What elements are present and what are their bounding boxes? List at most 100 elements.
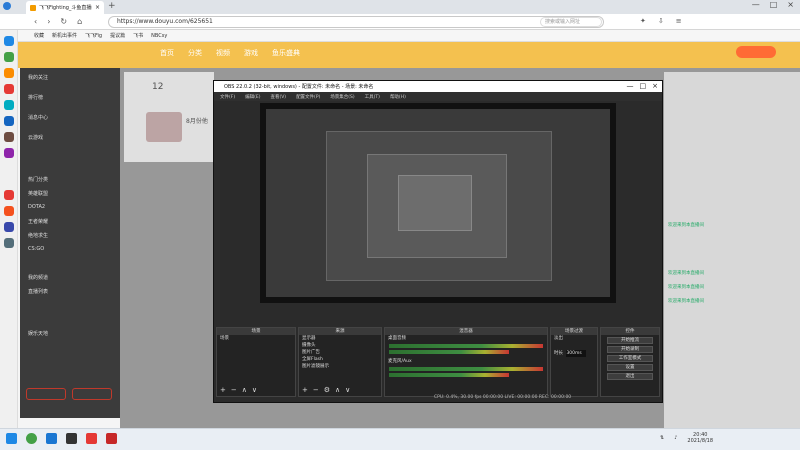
nav-item[interactable]: 游戏	[244, 48, 258, 58]
obs-menu-item[interactable]: 配置文件(P)	[296, 94, 320, 100]
rail-app-icon[interactable]	[4, 84, 14, 94]
sidebar-item[interactable]: 直播列表	[28, 288, 48, 295]
rail-app-icon[interactable]	[4, 190, 14, 200]
bookmark-item[interactable]: 新机出事件	[52, 32, 77, 39]
taskbar-app-icon[interactable]	[26, 433, 37, 444]
sidebar-button[interactable]	[72, 388, 112, 400]
nav-item[interactable]: 首页	[160, 48, 174, 58]
remove-icon[interactable]: −	[313, 386, 319, 394]
clock-date[interactable]: 2021/8/18	[687, 438, 713, 444]
sidebar-item[interactable]: 我的关注	[28, 74, 48, 81]
gear-icon[interactable]: ⚙	[324, 386, 330, 394]
bookmark-item[interactable]: 飞飞Fig	[85, 32, 102, 39]
home-icon[interactable]: ⌂	[77, 17, 82, 26]
obs-preview[interactable]	[260, 103, 616, 303]
window-close-icon[interactable]: ×	[787, 0, 794, 9]
obs-close-icon[interactable]: ×	[652, 82, 658, 90]
down-icon[interactable]: ∨	[252, 386, 257, 394]
forward-icon[interactable]: ›	[47, 17, 50, 26]
rail-app-icon[interactable]	[4, 222, 14, 232]
url-input[interactable]: https://www.douyu.com/625651	[108, 16, 604, 28]
obs-menu-item[interactable]: 工具(T)	[365, 94, 380, 100]
rail-app-icon[interactable]	[4, 132, 14, 142]
settings-button[interactable]: 设置	[607, 364, 653, 371]
sidebar-item[interactable]: 绝地求生	[28, 232, 48, 239]
reload-icon[interactable]: ↻	[60, 17, 67, 26]
volume-slider[interactable]	[389, 350, 509, 354]
rail-app-icon[interactable]	[4, 68, 14, 78]
down-icon[interactable]: ∨	[345, 386, 350, 394]
bookmark-item[interactable]: 提议篇	[110, 32, 125, 39]
nav-item[interactable]: 视频	[216, 48, 230, 58]
sidebar-item[interactable]: 热门分类	[28, 176, 48, 183]
maximize-icon[interactable]: □	[770, 0, 778, 9]
up-icon[interactable]: ∧	[335, 386, 340, 394]
obs-menu-item[interactable]: 查看(V)	[270, 94, 286, 100]
room-thumbnail[interactable]	[146, 112, 182, 142]
minimize-icon[interactable]: —	[752, 0, 760, 9]
up-icon[interactable]: ∧	[242, 386, 247, 394]
rail-app-icon[interactable]	[4, 238, 14, 248]
sidebar-item[interactable]: 娱乐天地	[28, 330, 48, 337]
remove-icon[interactable]: −	[231, 386, 237, 394]
source-item[interactable]: 全屏Flash	[299, 356, 381, 363]
scene-item[interactable]: 场景	[217, 335, 295, 342]
nav-item[interactable]: 鱼乐盛典	[272, 48, 300, 58]
bookmark-item[interactable]: 收藏	[34, 32, 44, 39]
obs-menu-item[interactable]: 帮助(H)	[390, 94, 406, 100]
rail-app-icon[interactable]	[4, 206, 14, 216]
network-icon[interactable]: ⇅	[660, 435, 664, 441]
rail-app-icon[interactable]	[4, 148, 14, 158]
source-item[interactable]: 图片滤镜展示	[299, 363, 381, 370]
bookmark-item[interactable]: 飞书	[133, 32, 143, 39]
sidebar-item[interactable]: CS:GO	[28, 246, 44, 252]
taskbar-app-icon[interactable]	[106, 433, 117, 444]
rail-app-icon[interactable]	[4, 52, 14, 62]
sidebar-item[interactable]: 英雄联盟	[28, 190, 48, 197]
obs-maximize-icon[interactable]: □	[640, 82, 647, 90]
rail-app-icon[interactable]	[4, 116, 14, 126]
sidebar-button[interactable]	[26, 388, 66, 400]
pc-client-button[interactable]	[736, 46, 776, 58]
add-icon[interactable]: +	[220, 386, 226, 394]
new-tab-icon[interactable]: +	[108, 1, 116, 11]
rail-app-icon[interactable]	[4, 100, 14, 110]
taskbar-app-icon[interactable]	[46, 433, 57, 444]
start-icon[interactable]	[6, 433, 17, 444]
sidebar-item[interactable]: 消息中心	[28, 114, 48, 121]
nav-item[interactable]: 分类	[188, 48, 202, 58]
rail-app-icon[interactable]	[4, 36, 14, 46]
obs-menu-item[interactable]: 场景集合(S)	[330, 94, 354, 100]
tab-close-icon[interactable]: ×	[95, 4, 100, 11]
start-streaming-button[interactable]: 开始推流	[607, 337, 653, 344]
sidebar-item[interactable]: DOTA2	[28, 204, 45, 210]
obs-menu-item[interactable]: 编辑(E)	[245, 94, 260, 100]
menu-icon[interactable]: ≡	[676, 17, 682, 25]
bookmark-item[interactable]: NBCsy	[151, 33, 167, 39]
volume-icon[interactable]: ♪	[674, 435, 677, 441]
browser-tab[interactable]: 飞飞Fighting_斗鱼直播间 ×	[26, 1, 104, 14]
add-icon[interactable]: +	[302, 386, 308, 394]
obs-minimize-icon[interactable]: —	[627, 82, 634, 90]
source-item[interactable]: 图片广告	[299, 349, 381, 356]
extension-icon[interactable]: ✦	[640, 17, 646, 25]
start-recording-button[interactable]: 开始录制	[607, 346, 653, 353]
source-item[interactable]: 摄像头	[299, 342, 381, 349]
transition-select[interactable]: 淡出	[551, 335, 597, 342]
duration-input[interactable]: 300ms	[566, 350, 587, 357]
volume-slider[interactable]	[389, 373, 509, 377]
sidebar-item[interactable]: 我的频道	[28, 274, 48, 281]
controls-dock: 控件 开始推流 开始录制 工作室模式 设置 退出	[600, 327, 660, 397]
sidebar-item[interactable]: 王者荣耀	[28, 218, 48, 225]
exit-button[interactable]: 退出	[607, 373, 653, 380]
taskbar-app-icon[interactable]	[66, 433, 77, 444]
source-item[interactable]: 显示器	[299, 335, 381, 342]
back-icon[interactable]: ‹	[34, 17, 37, 26]
sidebar-item[interactable]: 排行榜	[28, 94, 43, 101]
sidebar-item[interactable]: 云游戏	[28, 134, 43, 141]
search-input[interactable]: 搜索或输入网址	[540, 17, 602, 27]
taskbar-app-icon[interactable]	[86, 433, 97, 444]
download-icon[interactable]: ⇩	[658, 17, 664, 25]
obs-menu-item[interactable]: 文件(F)	[220, 94, 235, 100]
studio-mode-button[interactable]: 工作室模式	[607, 355, 653, 362]
